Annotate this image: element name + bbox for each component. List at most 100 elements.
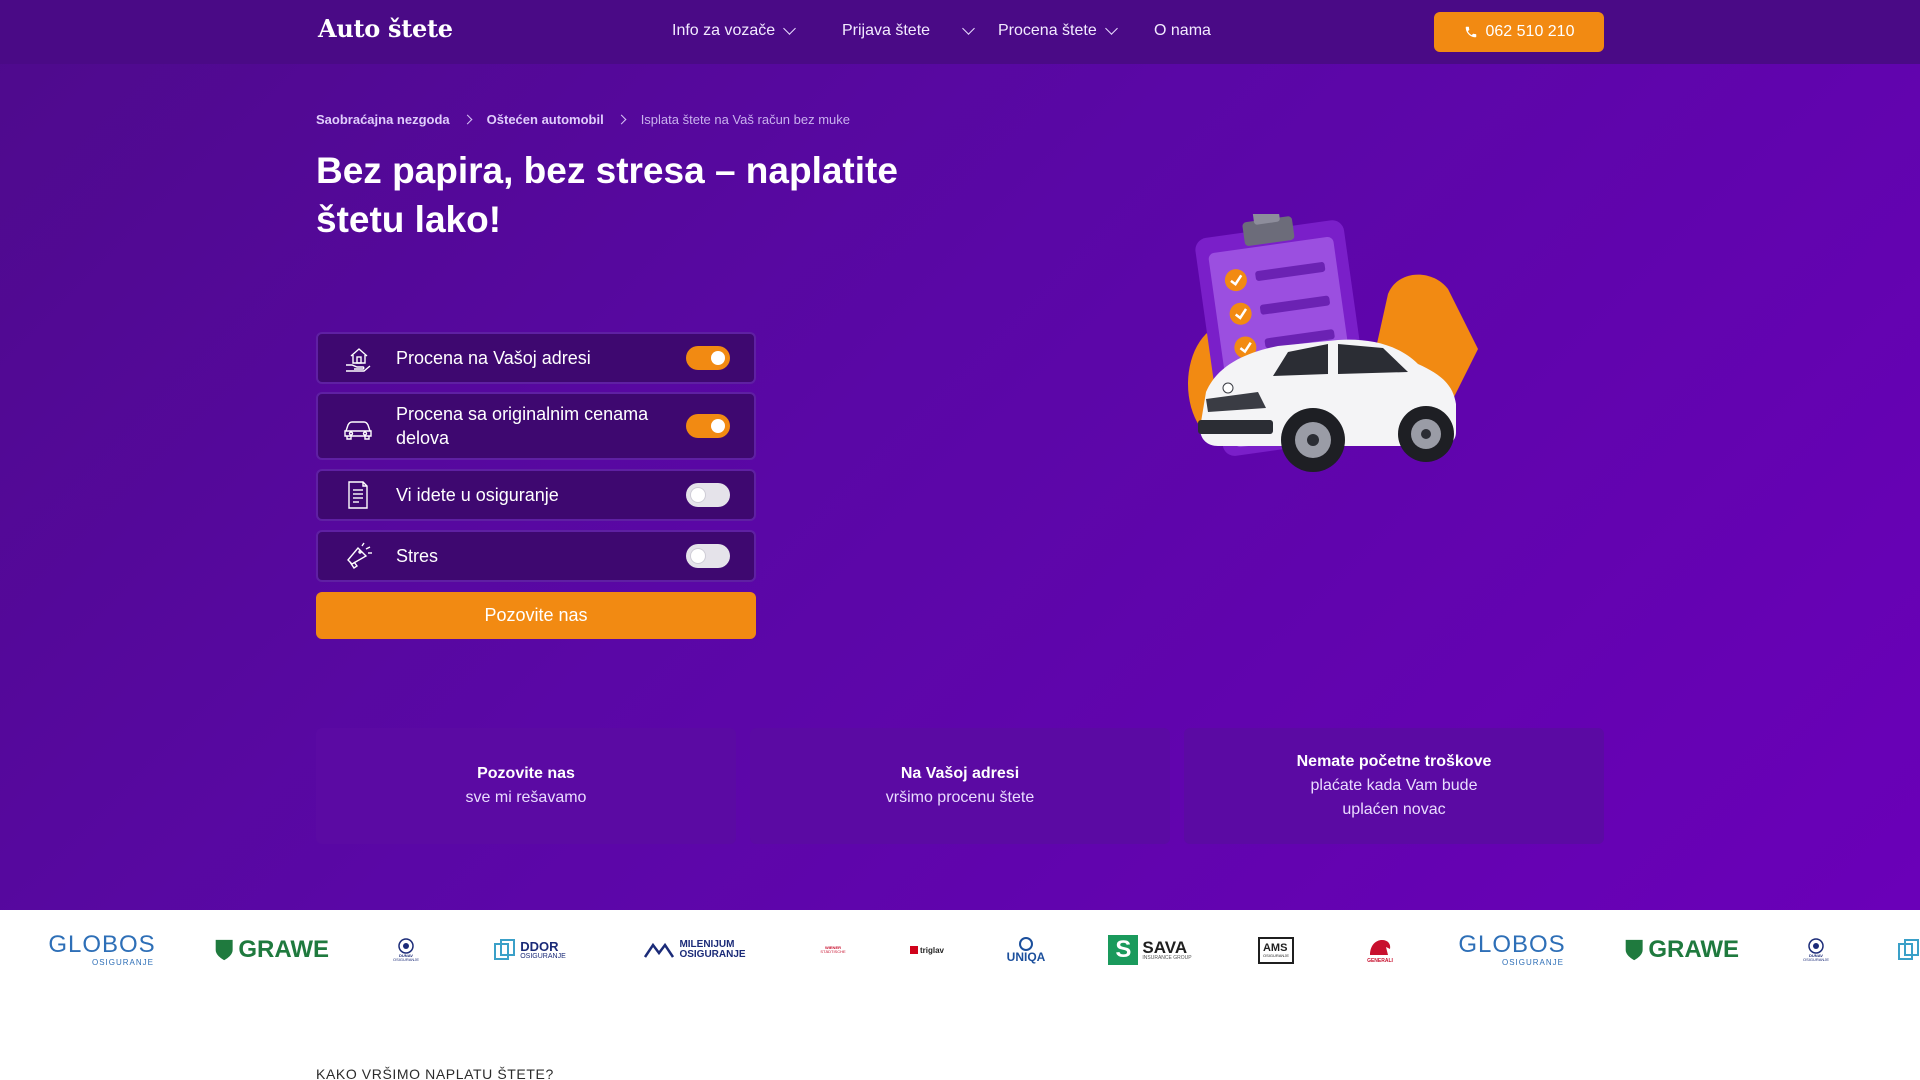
logo-milenijum: MILENIJUM OSIGURANJE xyxy=(634,930,756,970)
feature-row-procena-adresa: Procena na Vašoj adresi xyxy=(316,332,756,384)
logo-globos: GLOBOS OSIGURANJE xyxy=(1458,930,1566,970)
brand-sub: OSIGURANJE xyxy=(392,957,419,962)
toggle-knob xyxy=(691,549,705,563)
nav-procena-stete[interactable]: Procena štete xyxy=(998,22,1118,40)
call-us-button[interactable]: Pozovite nas xyxy=(316,592,756,639)
nav-o-nama[interactable]: O nama xyxy=(1154,22,1211,40)
brand-sub: OSIGURANJE xyxy=(1501,958,1564,967)
logo-uniqa: UNIQA xyxy=(1004,930,1048,970)
chevron-right-icon xyxy=(616,114,627,125)
phone-button[interactable]: 062 510 210 xyxy=(1434,12,1604,52)
logo-dunav: DUNAV OSIGURANJE xyxy=(1800,930,1832,970)
brand-name: SAVA xyxy=(1142,938,1188,957)
nav-label: Procena štete xyxy=(998,22,1097,39)
nav-info-za-vozace[interactable]: Info za vozače xyxy=(672,22,797,40)
brand-name: GENERALI xyxy=(1367,957,1393,964)
brand-sub: STÄDTISCHE xyxy=(820,949,846,954)
step-title: Nemate početne troškove xyxy=(1296,753,1492,770)
brand-sub: OSIGURANJE xyxy=(520,953,566,960)
nav-label: O nama xyxy=(1154,22,1211,39)
car-icon xyxy=(344,421,372,440)
brand-name: GLOBOS xyxy=(48,931,156,958)
brand-name: GLOBOS xyxy=(1458,931,1566,958)
generali-lion-icon xyxy=(1370,939,1391,955)
logo-sava: S SAVA INSURANCE GROUP xyxy=(1108,930,1192,970)
logo-grawe: GRAWE xyxy=(214,930,329,970)
brand-sub: OSIGURANJE xyxy=(91,958,154,967)
logo-wiener: WIENER STÄDTISCHE xyxy=(818,930,848,970)
brand-name: GRAWE xyxy=(1648,936,1739,963)
phone-number: 062 510 210 xyxy=(1485,23,1575,40)
uniqa-emblem-icon xyxy=(1019,937,1033,951)
toggle-switch[interactable] xyxy=(686,346,730,370)
brand-sub: OSIGURANJE xyxy=(1262,952,1289,958)
nav-label: Prijava štete xyxy=(842,22,931,39)
grawe-shield-icon xyxy=(1625,939,1643,961)
brand-name: triglav xyxy=(919,945,944,955)
step-card-adresa: Na Vašoj adresi vršimo procenu štete xyxy=(750,728,1170,844)
chevron-down-icon xyxy=(783,22,797,35)
nav-prijava-stete[interactable]: Prijava štete xyxy=(842,22,975,40)
step-subtitle: plaćate kada Vam bude uplaćen novac xyxy=(1310,777,1478,818)
house-hand-icon xyxy=(346,348,371,372)
logo-triglav: triglav xyxy=(910,930,944,970)
breadcrumb: Saobraćajna nezgoda Oštećen automobil Is… xyxy=(316,112,850,127)
brand-name: GRAWE xyxy=(238,936,329,963)
site-logo[interactable]: Auto štete xyxy=(318,14,453,43)
brand-name: DDOR xyxy=(520,939,559,954)
logo-dunav: DUNAV OSIGURANJE xyxy=(390,930,422,970)
toggle-switch[interactable] xyxy=(686,414,730,438)
logo-ddor: DDOR OSIGURANJE xyxy=(488,930,572,970)
clipboard-car-illustration xyxy=(1188,214,1478,472)
breadcrumb-item-saobracajna-nezgoda[interactable]: Saobraćajna nezgoda xyxy=(316,112,450,127)
breadcrumb-current: Isplata štete na Vaš račun bez muke xyxy=(640,112,851,127)
step-subtitle: sve mi rešavamo xyxy=(465,789,587,806)
toggle-switch[interactable] xyxy=(686,544,730,568)
dunav-emblem-icon xyxy=(398,938,414,954)
toggle-switch[interactable] xyxy=(686,483,730,507)
milenijum-mountain-icon xyxy=(644,942,675,958)
brand-name: AMS xyxy=(1262,941,1288,954)
sava-s-icon: S xyxy=(1108,935,1139,965)
ddor-mark-icon xyxy=(494,939,516,960)
brand-sub: OSIGURANJE xyxy=(1802,957,1829,962)
brand-name: UNIQA xyxy=(1006,950,1046,964)
feature-row-stres: Stres xyxy=(316,530,756,582)
phone-icon xyxy=(1465,26,1476,38)
step-card-troskovi: Nemate početne troškove plaćate kada Vam… xyxy=(1184,728,1604,844)
feature-row-originalne-cene: Procena sa originalnim cenama delova xyxy=(316,392,756,460)
toggle-knob xyxy=(711,351,725,365)
dunav-emblem-icon xyxy=(1808,938,1824,954)
feature-label: Procena na Vašoj adresi xyxy=(396,348,591,368)
feature-label: Stres xyxy=(396,546,439,566)
ddor-mark-icon xyxy=(1898,939,1919,960)
logo-grawe: GRAWE xyxy=(1624,930,1739,970)
toggle-knob xyxy=(711,419,725,433)
megaphone-icon xyxy=(347,542,372,569)
step-subtitle: vršimo procenu štete xyxy=(885,789,1035,806)
chevron-right-icon xyxy=(462,114,473,125)
document-icon xyxy=(348,481,368,509)
feature-row-osiguranje: Vi idete u osiguranje xyxy=(316,469,756,521)
logo-ams: AMS OSIGURANJE xyxy=(1254,930,1298,970)
step-title: Pozovite nas xyxy=(477,765,575,782)
feature-label: Procena sa originalnim cenama delova xyxy=(396,404,649,448)
brand-sub: OSIGURANJE xyxy=(679,949,746,960)
site-header: Auto štete Info za vozače Prijava štete … xyxy=(0,0,1920,64)
grawe-shield-icon xyxy=(215,939,233,961)
toggle-knob xyxy=(691,488,705,502)
insurer-logo-strip: GLOBOS OSIGURANJE GRAWE DUNAV OSIGURANJE… xyxy=(0,910,1920,990)
step-title: Na Vašoj adresi xyxy=(900,765,1020,782)
feature-label: Vi idete u osiguranje xyxy=(396,485,559,505)
chevron-down-icon xyxy=(962,22,975,35)
nav-label: Info za vozače xyxy=(672,22,776,39)
logo-globos: GLOBOS OSIGURANJE xyxy=(48,930,156,970)
chevron-down-icon xyxy=(1104,22,1118,35)
page-title: Bez papira, bez stresa – naplatite štetu… xyxy=(316,150,898,240)
breadcrumb-item-ostecen-automobil[interactable]: Oštećen automobil xyxy=(487,112,604,127)
step-card-pozovite: Pozovite nas sve mi rešavamo xyxy=(316,728,736,844)
triglav-mark-icon xyxy=(910,946,918,954)
section-label: KAKO VRŠIMO NAPLATU ŠTETE? xyxy=(316,1066,554,1080)
brand-sub: INSURANCE GROUP xyxy=(1142,955,1192,961)
logo-ddor-partial xyxy=(1898,930,1920,970)
